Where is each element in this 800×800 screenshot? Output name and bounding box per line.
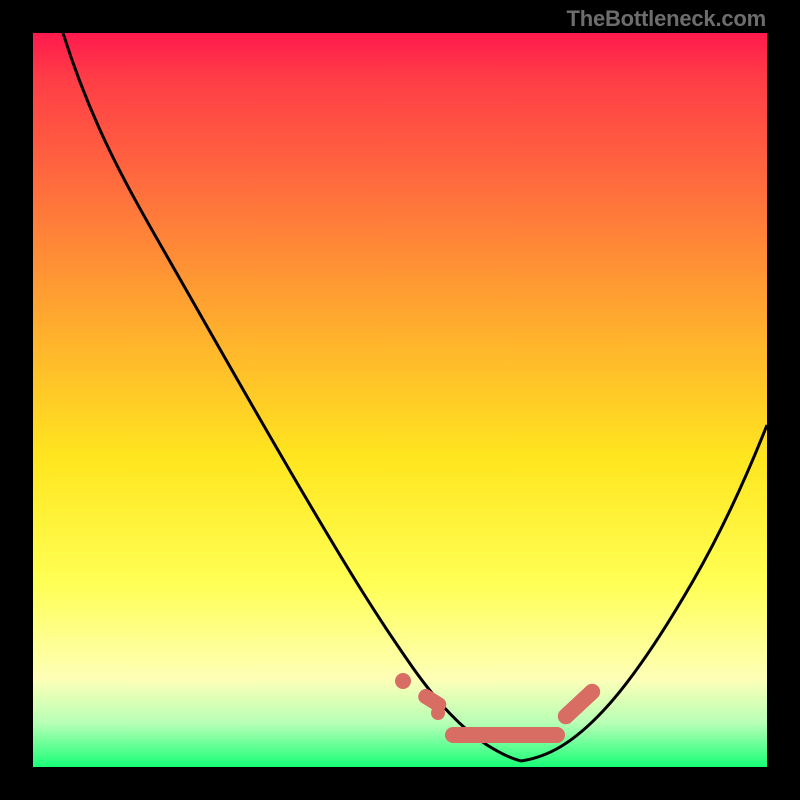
chart-frame: TheBottleneck.com: [0, 0, 800, 800]
right-curve: [521, 425, 767, 761]
watermark-text: TheBottleneck.com: [566, 6, 766, 32]
left-curve: [63, 33, 521, 761]
plot-area: [33, 33, 767, 767]
chart-svg: [33, 33, 767, 767]
